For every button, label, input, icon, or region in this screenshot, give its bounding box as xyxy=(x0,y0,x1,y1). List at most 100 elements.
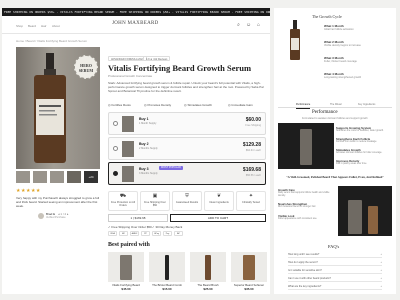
plus-icon[interactable]: + xyxy=(381,284,382,290)
payment-amex: AMEX xyxy=(130,231,139,236)
thumbnail[interactable] xyxy=(16,171,30,183)
payment-mastercard: MC xyxy=(119,231,128,236)
product-details-panel: The Growth Cycle What 1 Month Initial hai… xyxy=(274,8,396,294)
verified-label: Verified Purchase xyxy=(46,216,66,219)
performance-image xyxy=(278,123,334,169)
cycle-step: What 3 Month Fuller, thicker beard covera… xyxy=(324,56,357,63)
radio-button[interactable] xyxy=(113,146,118,151)
nav-link-about[interactable]: About xyxy=(52,24,60,28)
trust-results: ⛨ Guaranteed Results xyxy=(172,191,202,211)
nav-link-hair[interactable]: Hair xyxy=(41,24,47,28)
payment-pay: Pay xyxy=(163,231,172,236)
product-card[interactable]: The Beard Brush $25.00 xyxy=(190,252,226,294)
details-tabs: Performance The Ritual Key Ingredients xyxy=(278,102,392,109)
hero-serum-seal: HERO SERUM xyxy=(74,55,98,79)
product-subtitle: Professional Growth Concentrate xyxy=(108,74,153,78)
faq-item[interactable]: What are the key ingredients? + xyxy=(288,284,382,290)
plus-icon[interactable]: + xyxy=(381,260,382,266)
popular-tag: MOST POPULAR xyxy=(159,166,183,170)
money-back-note: ✓ 30 Day Money Back xyxy=(152,225,183,229)
product-page: FREE SHIPPING ON ORDERS $50+ · VITALIS F… xyxy=(2,8,270,294)
product-description: Stark: Advanced fortifying beard growth … xyxy=(108,81,264,93)
feature-growth: ◎ Stimulates Growth xyxy=(184,103,212,107)
avatar xyxy=(38,213,44,219)
trust-tested: ✦ Clinically Tested xyxy=(236,191,266,211)
cart-icon[interactable]: ⌂ xyxy=(256,23,261,28)
benefit-item: Supports Growing System Nourishes the roo… xyxy=(336,126,384,132)
best-paired-title: Best paired with xyxy=(108,242,150,248)
product-main-image[interactable]: HERO SERUM xyxy=(16,47,100,169)
cycle-step: What 2 Month Visible density begins to in… xyxy=(324,40,361,47)
tab-performance[interactable]: Performance xyxy=(296,102,311,109)
top-nav: Shop Beard Hair About JOHN MAXBEARD ⌕ ☺ … xyxy=(2,18,270,34)
faq-item[interactable]: Is it suitable for sensitive skin? + xyxy=(288,268,382,274)
benefit-item: Stimulates Growth Activates dormant folli… xyxy=(336,148,383,154)
truck-icon: ⛟ xyxy=(119,193,127,199)
trust-shipping: ▣ Free Shipping Over $50 xyxy=(140,191,170,211)
breadcrumb[interactable]: Home / Beard / Vitalis Fortifying Beard … xyxy=(16,39,87,43)
nav-link-beard[interactable]: Beard xyxy=(28,24,36,28)
review-text: Very happy with my Purchase!It always st… xyxy=(16,196,100,208)
plus-icon[interactable]: + xyxy=(381,276,382,282)
leaf-icon: ❦ xyxy=(216,193,222,199)
bundle-option-3[interactable]: Buy 3 MOST POPULAR 3 Months Supply $169.… xyxy=(108,162,266,185)
product-card[interactable]: The Bristol Beard Comb $15.00 xyxy=(149,252,185,294)
payment-afterpay: AP xyxy=(174,231,183,236)
shield-icon: ⛨ xyxy=(185,193,189,199)
faq-item[interactable]: How do I apply the serum? + xyxy=(288,260,382,266)
quantity-stepper[interactable]: 1 | $169.68 xyxy=(108,214,168,222)
faq-item[interactable]: Can I use it with other beard products? + xyxy=(288,276,382,282)
payment-visa: VISA xyxy=(108,231,117,236)
thumbnail-strip: +24 xyxy=(16,171,100,183)
shipping-note: ✓ Free Shipping Over Order $50 xyxy=(108,225,152,229)
radio-button[interactable] xyxy=(113,121,118,126)
benefit-item: Improves Density Fills in patchy areas ov… xyxy=(336,159,368,165)
add-to-cart-button[interactable]: ADD TO CART xyxy=(170,214,266,222)
announcement-ticker: FREE SHIPPING ON ORDERS $50+ · VITALIS F… xyxy=(2,8,270,16)
spec-item: Nourishes Strengthen Rich botanical blend… xyxy=(278,202,317,208)
nav-link-shop[interactable]: Shop xyxy=(16,24,23,28)
serum-bottle-illustration xyxy=(290,20,300,60)
lifestyle-image xyxy=(338,186,392,236)
star-icon: ✦ xyxy=(248,193,254,199)
thumbnail-more[interactable]: +24 xyxy=(84,171,98,183)
review-stars: ★★★★★ xyxy=(16,188,41,194)
review-pager[interactable]: ◂ 1 / 2 ▸ xyxy=(58,212,69,216)
user-icon[interactable]: ☺ xyxy=(246,23,251,28)
growth-cycle-title: The Growth Cycle xyxy=(312,14,342,19)
brand-quote: "A Well-Groomed, Polished Beard That App… xyxy=(285,175,385,179)
benefit-item: Strengthens Each Follicle Fortifies from … xyxy=(336,137,377,143)
trust-protection: ⛟ Free Protection on All Orders xyxy=(108,191,138,211)
bundle-option-1[interactable]: Buy 1 1 Month Supply $60.00 Free Shippin… xyxy=(108,112,266,135)
product-card[interactable]: Superior Beard Softener $35.00 xyxy=(231,252,267,294)
feature-density: ◎ Promotes Density xyxy=(144,103,172,107)
product-card[interactable]: Vitalis Fortifying Beard $45.00 xyxy=(108,252,144,294)
thumbnail[interactable] xyxy=(50,171,64,183)
performance-title: Performance xyxy=(312,110,338,115)
brand-logo[interactable]: JOHN MAXBEARD xyxy=(112,21,159,26)
faq-title: FAQ's xyxy=(328,244,340,249)
bundle-option-2[interactable]: Buy 2 2 Months Supply $129.28 $64.64 / e… xyxy=(108,137,266,160)
plus-icon[interactable]: + xyxy=(381,252,382,258)
cycle-step: What 1 Month Initial hair follicle activa… xyxy=(324,24,354,31)
thumbnail[interactable] xyxy=(33,171,47,183)
plus-icon[interactable]: + xyxy=(381,268,382,274)
tab-ingredients[interactable]: Key Ingredients xyxy=(358,102,375,108)
spec-item: Growth Care Daily serum that supports fol… xyxy=(278,188,330,197)
thumbnail[interactable] xyxy=(67,171,81,183)
radio-button[interactable] xyxy=(113,171,118,176)
payment-gpay: GPay xyxy=(152,231,161,236)
reviews-badge[interactable]: 4.9 ★ 412 Reviews xyxy=(143,56,171,61)
search-icon[interactable]: ⌕ xyxy=(236,23,241,28)
performance-subtitle: Formulated to awaken dormant follicles a… xyxy=(302,117,368,120)
feature-gain: ◎ Immediate Gain xyxy=(228,103,253,107)
tab-ritual[interactable]: The Ritual xyxy=(330,102,341,108)
feature-fortifies: ◎ Fortifies Roots xyxy=(108,103,131,107)
formula-badge: ADVANCED FORMULA 2024 xyxy=(108,56,147,61)
box-icon: ▣ xyxy=(152,193,158,199)
cycle-step: What 4 Month Long-lasting strengthened gr… xyxy=(324,72,362,79)
spec-item: Visible Look Fuller appearance with consi… xyxy=(278,214,318,220)
faq-item[interactable]: How long until I see results? + xyxy=(288,252,382,258)
payment-paypal: PP xyxy=(141,231,150,236)
trust-ingredients: ❦ Clean Ingredients xyxy=(204,191,234,211)
